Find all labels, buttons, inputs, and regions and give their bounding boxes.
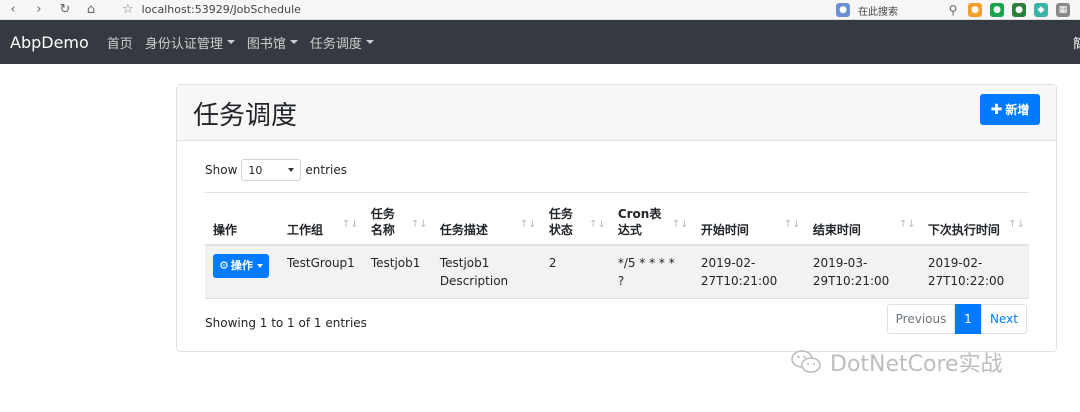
browser-search-input[interactable]: 在此搜索 [858,3,898,18]
column-header-desc[interactable]: 任务描述 ↑↓ [431,192,541,246]
reload-icon[interactable]: ↻ [52,0,78,20]
column-header-name[interactable]: 任务 名称 ↑↓ [362,192,432,246]
sort-icon: ↑↓ [784,219,801,230]
sort-icon: ↑↓ [342,219,359,230]
search-icon[interactable]: ⚲ [946,3,960,17]
app-navbar: AbpDemo 首页 身份认证管理 图书馆 任务调度 簡 [0,20,1080,64]
cell-cron: */5 * * * * ? [609,244,693,299]
pagination: Previous 1 Next [887,304,1027,334]
cell-group: TestGroup1 [279,244,363,299]
baidu-icon[interactable]: ● [836,3,850,17]
nav-item-job-schedule[interactable]: 任务调度 [310,33,374,52]
address-bar[interactable]: localhost:53929/JobSchedule [142,3,301,16]
add-button[interactable]: ✚ 新增 [980,94,1040,125]
chevron-down-icon [256,263,263,268]
extension-grid-icon[interactable]: ▦ [1056,3,1070,17]
table-info: Showing 1 to 1 of 1 entries [205,316,367,330]
job-schedule-card: 任务调度 ✚ 新增 Show 10 entries 操作 工作组 ↑↓ 任务 名称 ↑… [176,84,1057,352]
cell-name: Testjob1 [362,244,432,299]
browser-toolbar: ‹ › ↻ ⌂ ☆ localhost:53929/JobSchedule ● … [0,0,1080,20]
brand-logo[interactable]: AbpDemo [10,33,89,52]
extension-shield-icon[interactable]: ● [990,3,1004,17]
card-header: 任务调度 ✚ 新增 [177,85,1056,141]
jobs-table: 操作 工作组 ↑↓ 任务 名称 ↑↓ 任务描述 ↑↓ 任务 状态 ↑↓ Cron表 达式 ↑↓ … [205,192,1029,299]
sort-icon: ↑↓ [899,219,916,230]
sort-icon: ↑↓ [520,219,537,230]
cell-desc: Testjob1 Description [431,244,541,299]
column-header-next[interactable]: 下次执行时间 ↑↓ [919,192,1029,246]
pagination-next[interactable]: Next [981,304,1027,334]
back-icon[interactable]: ‹ [0,0,26,20]
wechat-icon [791,350,821,373]
chevron-down-icon [289,40,298,44]
action-dropdown-button[interactable]: ⚙ 操作 [213,253,269,278]
extension-diamond-icon[interactable]: ◆ [1034,3,1048,17]
forward-icon[interactable]: › [26,0,52,20]
column-header-action: 操作 [205,192,279,246]
bookmark-star-icon[interactable]: ☆ [122,2,134,17]
cell-next: 2019-02- 27T10:22:00 [919,244,1029,299]
nav-item-identity[interactable]: 身份认证管理 [145,33,235,52]
chevron-down-icon [226,40,235,44]
extension-game-icon[interactable]: ● [968,3,982,17]
column-header-end[interactable]: 结束时间 ↑↓ [804,192,920,246]
sort-icon: ↑↓ [672,219,689,230]
gear-icon: ⚙ [219,258,229,272]
browser-right-tools: ● 在此搜索 ⚲ ● ● ● ◆ ▦ [836,0,1070,20]
cell-end: 2019-03- 29T10:21:00 [804,244,920,299]
extension-green-icon[interactable]: ● [1012,3,1026,17]
column-header-group[interactable]: 工作组 ↑↓ [279,192,363,246]
column-header-status[interactable]: 任务 状态 ↑↓ [540,192,610,246]
length-menu: Show 10 entries [205,159,347,181]
chevron-down-icon [288,168,295,172]
cell-status: 2 [540,244,610,299]
chevron-down-icon [365,40,374,44]
column-header-start[interactable]: 开始时间 ↑↓ [692,192,805,246]
page-length-select[interactable]: 10 [241,159,302,181]
plus-icon: ✚ [990,101,1003,118]
table-header-row: 操作 工作组 ↑↓ 任务 名称 ↑↓ 任务描述 ↑↓ 任务 状态 ↑↓ Cron表 达式 ↑↓ … [205,192,1029,246]
cell-action: ⚙ 操作 [205,244,279,299]
nav-item-library[interactable]: 图书馆 [247,33,298,52]
pagination-previous[interactable]: Previous [887,304,955,334]
cell-start: 2019-02- 27T10:21:00 [692,244,805,299]
nav-item-home[interactable]: 首页 [107,33,133,52]
nav-user[interactable]: 簡 [1073,33,1080,52]
pagination-page-1[interactable]: 1 [955,304,981,334]
table-row: ⚙ 操作 TestGroup1 Testjob1 Testjob1 Descrip… [205,244,1029,299]
watermark: DotNetCore实战 [790,346,1003,378]
sort-icon: ↑↓ [589,219,606,230]
column-header-cron[interactable]: Cron表 达式 ↑↓ [609,192,693,246]
page-title: 任务调度 [193,101,298,131]
sort-icon: ↑↓ [411,219,428,230]
home-icon[interactable]: ⌂ [78,0,104,20]
sort-icon: ↑↓ [1008,219,1025,230]
